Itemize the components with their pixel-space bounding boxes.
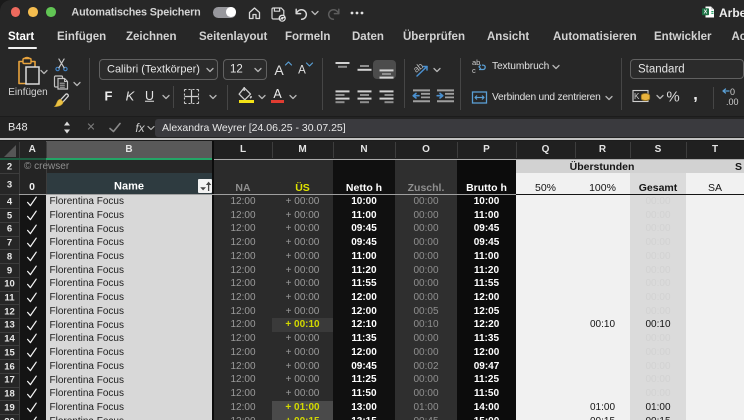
svg-text:K: K xyxy=(634,92,640,101)
svg-text:c: c xyxy=(472,66,476,75)
svg-text:.00: .00 xyxy=(726,97,739,107)
svg-text:0: 0 xyxy=(730,87,735,97)
svg-text:ab: ab xyxy=(412,61,425,75)
svg-text:X: X xyxy=(704,9,708,15)
